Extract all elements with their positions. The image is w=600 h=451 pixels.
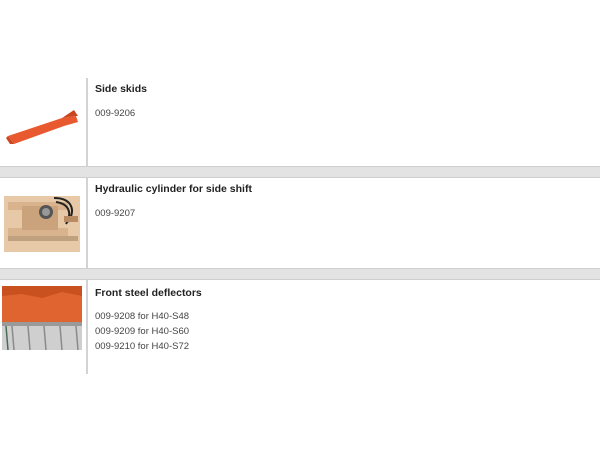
product-title: Hydraulic cylinder for side shift xyxy=(95,183,252,195)
row-separator xyxy=(0,268,600,280)
product-image-side-skids[interactable] xyxy=(0,78,88,166)
product-part-number: 009-9210 for H40-S72 xyxy=(95,341,190,352)
product-row: Side skids 009-9206 xyxy=(0,78,600,166)
product-title: Side skids xyxy=(95,83,147,95)
product-part-number: 009-9209 for H40-S60 xyxy=(95,326,190,337)
product-image-hydraulic-cylinder[interactable] xyxy=(0,178,88,268)
product-part-number: 009-9206 xyxy=(95,108,136,119)
product-row: Hydraulic cylinder for side shift 009-92… xyxy=(0,178,600,268)
product-part-number: 009-9207 xyxy=(95,208,136,219)
product-image-front-steel-deflectors[interactable] xyxy=(0,280,88,374)
product-row: Front steel deflectors 009-9208 for H40-… xyxy=(0,280,600,374)
row-separator xyxy=(0,166,600,178)
product-part-number: 009-9208 for H40-S48 xyxy=(95,311,190,322)
product-title: Front steel deflectors xyxy=(95,287,202,299)
